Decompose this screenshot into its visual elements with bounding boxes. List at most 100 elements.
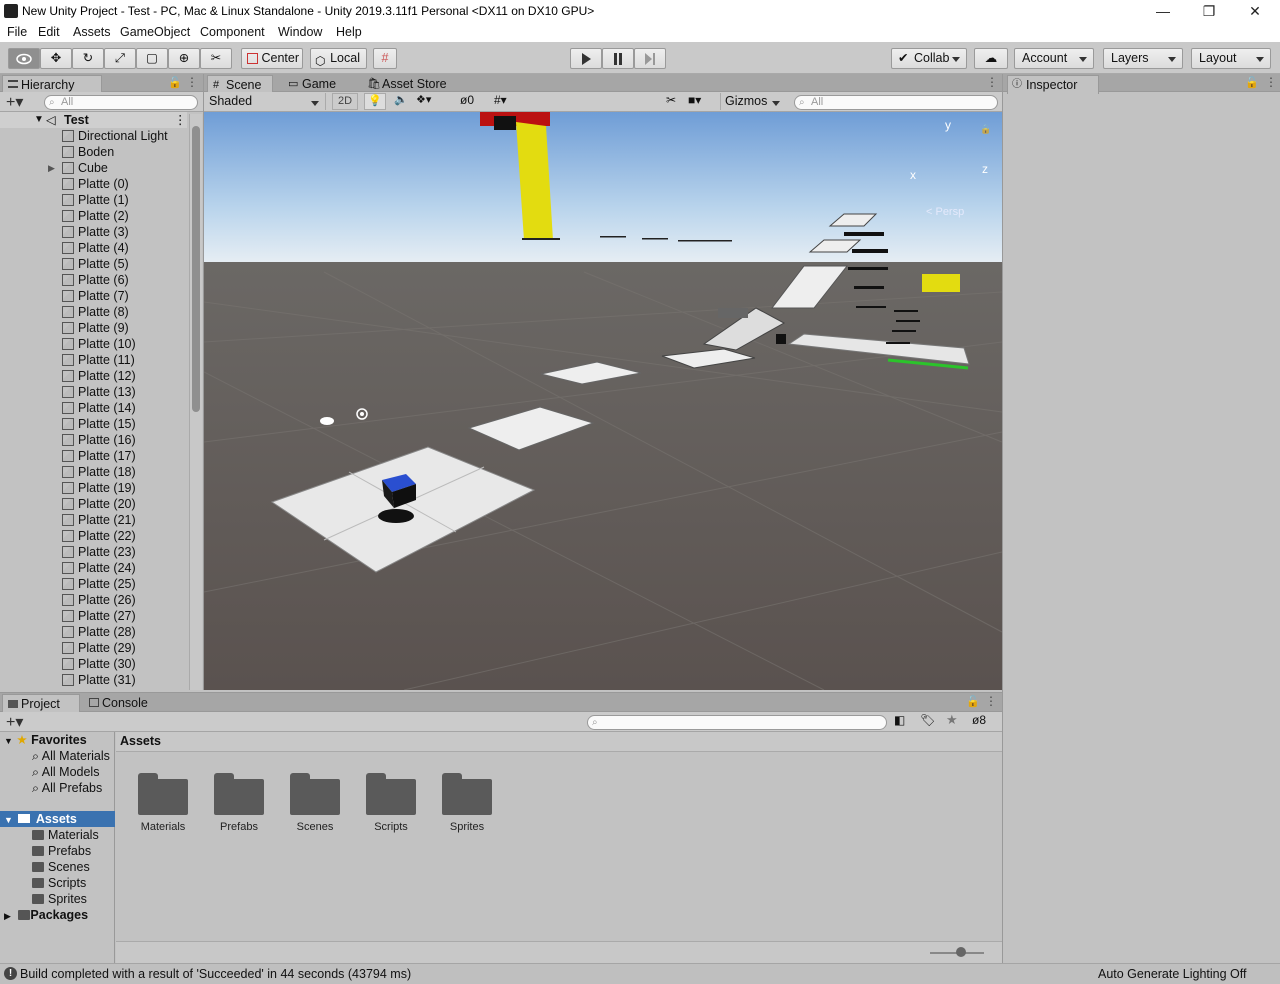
menu-window[interactable]: Window — [278, 25, 322, 39]
menu-help[interactable]: Help — [336, 25, 362, 39]
favorite-item[interactable]: ⌕ All Materials — [32, 748, 110, 764]
hierarchy-item[interactable]: Platte (7) — [0, 288, 187, 304]
hierarchy-item[interactable]: Platte (13) — [0, 384, 187, 400]
hierarchy-item[interactable]: Platte (10) — [0, 336, 187, 352]
hierarchy-item[interactable]: Platte (19) — [0, 480, 187, 496]
hierarchy-item[interactable]: Platte (14) — [0, 400, 187, 416]
hierarchy-item[interactable]: Platte (30) — [0, 656, 187, 672]
grid-toggle-dropdown[interactable]: #▾ — [494, 93, 532, 110]
lighting-toggle-button[interactable]: 💡 — [364, 93, 386, 110]
layout-dropdown[interactable]: Layout — [1191, 48, 1271, 69]
favorite-star-icon[interactable]: ★ — [946, 712, 958, 728]
maximize-button[interactable]: ❐ — [1186, 0, 1232, 23]
menu-component[interactable]: Component — [200, 25, 265, 39]
close-button[interactable]: ✕ — [1232, 0, 1278, 23]
expand-arrow-icon[interactable]: ▶ — [48, 160, 55, 176]
panel-menu-icon[interactable]: ⋮ — [186, 75, 198, 89]
hierarchy-item[interactable]: Platte (6) — [0, 272, 187, 288]
hierarchy-search-input[interactable]: ⌕ All — [44, 95, 198, 110]
hierarchy-item[interactable]: Platte (8) — [0, 304, 187, 320]
hierarchy-item[interactable]: Platte (23) — [0, 544, 187, 560]
scene-row[interactable]: ▼ ◁ Test ⋮ — [0, 112, 187, 128]
hierarchy-item[interactable]: Directional Light — [0, 128, 187, 144]
scene-search-input[interactable]: ⌕ All — [794, 95, 998, 110]
gizmos-dropdown[interactable]: Gizmos — [720, 93, 786, 110]
axis-z-label[interactable]: z — [982, 162, 988, 176]
view-tool-button[interactable] — [8, 48, 40, 69]
hierarchy-item[interactable]: Platte (4) — [0, 240, 187, 256]
menu-edit[interactable]: Edit — [38, 25, 60, 39]
scene-lock-icon[interactable]: 🔒 — [980, 124, 991, 135]
hierarchy-item[interactable]: Platte (16) — [0, 432, 187, 448]
axis-y-label[interactable]: y — [945, 118, 951, 132]
filter-by-type-icon[interactable]: ◧ — [894, 713, 905, 727]
hierarchy-item[interactable]: Platte (28) — [0, 624, 187, 640]
hierarchy-item[interactable]: Platte (12) — [0, 368, 187, 384]
hierarchy-item[interactable]: Platte (25) — [0, 576, 187, 592]
hierarchy-item[interactable]: Platte (11) — [0, 352, 187, 368]
hierarchy-item[interactable]: Platte (3) — [0, 224, 187, 240]
hierarchy-item[interactable]: Platte (2) — [0, 208, 187, 224]
hierarchy-item[interactable]: Platte (27) — [0, 608, 187, 624]
tab-project[interactable]: Project — [2, 694, 80, 713]
panel-menu-icon[interactable]: ⋮ — [986, 75, 998, 89]
scene-viewport[interactable]: y x z 🔒 < Persp — [204, 112, 1002, 690]
collab-dropdown[interactable]: ✔ Collab — [891, 48, 967, 69]
tree-folder-scenes[interactable]: Scenes — [32, 859, 90, 875]
hierarchy-item[interactable]: Platte (18) — [0, 464, 187, 480]
favorite-item[interactable]: ⌕ All Models — [32, 764, 99, 780]
play-button[interactable] — [570, 48, 602, 69]
hierarchy-item[interactable]: Platte (22) — [0, 528, 187, 544]
lighting-status[interactable]: Auto Generate Lighting Off — [1098, 967, 1246, 981]
expand-arrow-icon[interactable]: ▼ — [4, 815, 13, 825]
perspective-label[interactable]: < Persp — [926, 206, 964, 218]
hierarchy-item[interactable]: Platte (21) — [0, 512, 187, 528]
rotate-tool-button[interactable]: ↻ — [72, 48, 104, 69]
panel-menu-icon[interactable]: ⋮ — [1265, 75, 1277, 89]
tree-folder-materials[interactable]: Materials — [32, 827, 99, 843]
hierarchy-scrollbar[interactable] — [189, 114, 202, 690]
hierarchy-item[interactable]: Platte (31) — [0, 672, 187, 688]
filter-by-label-icon[interactable]: 🏷 — [920, 713, 935, 727]
menu-gameobject[interactable]: GameObject — [120, 25, 190, 39]
hierarchy-item[interactable]: Platte (29) — [0, 640, 187, 656]
status-message[interactable]: Build completed with a result of 'Succee… — [20, 967, 411, 981]
pivot-local-button[interactable]: ⬡ Local — [310, 48, 367, 69]
lock-icon[interactable]: 🔓 — [168, 76, 182, 89]
favorite-item[interactable]: ⌕ All Prefabs — [32, 780, 102, 796]
scene-tools-button[interactable]: ✂ — [660, 93, 682, 110]
axis-x-label[interactable]: x — [910, 168, 916, 182]
hierarchy-item[interactable]: Platte (1) — [0, 192, 187, 208]
expand-arrow-icon[interactable]: ▼ — [4, 736, 13, 746]
move-tool-button[interactable]: ✥ — [40, 48, 72, 69]
hidden-packages-toggle[interactable]: ø8 — [972, 713, 986, 727]
project-search-input[interactable]: ⌕ — [587, 715, 887, 730]
audio-toggle-button[interactable]: 🔈 — [390, 93, 412, 110]
camera-dropdown[interactable]: ■▾ — [688, 93, 718, 110]
scene-menu-icon[interactable]: ⋮ — [174, 112, 187, 128]
hierarchy-item[interactable]: Platte (9) — [0, 320, 187, 336]
collapse-arrow-icon[interactable]: ▶ — [4, 911, 11, 921]
2d-toggle-button[interactable]: 2D — [332, 93, 358, 110]
create-asset-button[interactable]: +▾ — [6, 712, 23, 732]
hidden-objects-toggle[interactable]: ø0 — [460, 93, 488, 110]
lock-icon[interactable]: 🔓 — [966, 695, 980, 708]
step-button[interactable] — [634, 48, 666, 69]
hierarchy-item[interactable]: ▶ Cube — [0, 160, 187, 176]
layers-dropdown[interactable]: Layers — [1103, 48, 1183, 69]
menu-file[interactable]: File — [7, 25, 27, 39]
hierarchy-item[interactable]: Platte (15) — [0, 416, 187, 432]
hierarchy-item[interactable]: Platte (20) — [0, 496, 187, 512]
expand-arrow-icon[interactable]: ▼ — [34, 112, 44, 128]
pause-button[interactable] — [602, 48, 634, 69]
create-button[interactable]: +▾ — [6, 92, 23, 112]
custom-tool-button[interactable]: ✂ — [200, 48, 232, 69]
hierarchy-item[interactable]: Platte (26) — [0, 592, 187, 608]
tab-console[interactable]: Console — [84, 694, 164, 713]
tree-folder-prefabs[interactable]: Prefabs — [32, 843, 91, 859]
transform-tool-button[interactable]: ⊕ — [168, 48, 200, 69]
menu-assets[interactable]: Assets — [73, 25, 111, 39]
rect-tool-button[interactable]: ▢ — [136, 48, 168, 69]
hierarchy-item[interactable]: Platte (17) — [0, 448, 187, 464]
minimize-button[interactable]: — — [1140, 0, 1186, 23]
